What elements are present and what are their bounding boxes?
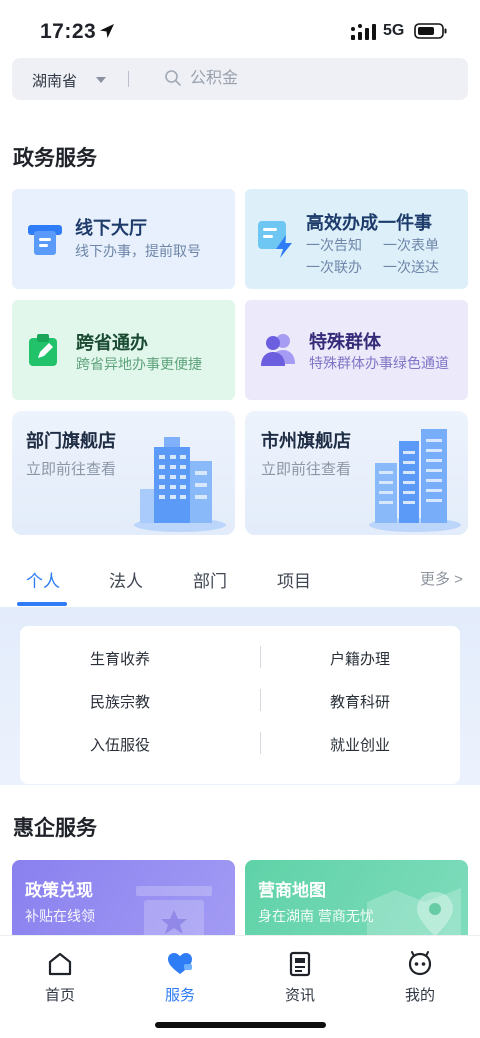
card-city-store[interactable]: 市州旗舰店 立即前往查看: [245, 411, 468, 535]
chevron-down-icon[interactable]: [96, 77, 106, 83]
card-special-groups[interactable]: 特殊群体 特殊群体办事绿色通道: [245, 300, 468, 400]
tab-project[interactable]: 项目: [277, 567, 311, 592]
active-tab-indicator: [17, 602, 67, 606]
divider: [128, 71, 129, 87]
card-subtitle: 特殊群体办事绿色通道: [309, 355, 449, 371]
category-item[interactable]: 教育科研: [270, 691, 450, 712]
category-item[interactable]: 生育收养: [30, 648, 210, 669]
nav-label: 首页: [44, 987, 75, 1004]
search-icon: [165, 70, 181, 86]
tab-legal-person[interactable]: 法人: [109, 567, 143, 592]
nav-label: 服务: [164, 987, 195, 1004]
signal-icon: [351, 24, 376, 40]
network-type: 5G: [383, 22, 405, 39]
region-selector[interactable]: 湖南省: [32, 70, 77, 91]
search-input[interactable]: [190, 66, 450, 92]
category-item[interactable]: 入伍服役: [30, 734, 210, 755]
card-title: 营商地图: [258, 881, 326, 900]
battery-icon: [414, 23, 447, 39]
card-offline-hall[interactable]: 线下大厅 线下办事，提前取号: [12, 189, 235, 289]
divider: [260, 646, 261, 668]
divider: [260, 732, 261, 754]
category-panel: 生育收养 户籍办理 民族宗教 教育科研 入伍服役 就业创业: [20, 626, 460, 784]
tab-department[interactable]: 部门: [193, 567, 227, 592]
more-link[interactable]: 更多 >: [420, 568, 463, 589]
ticket-machine-icon: [28, 225, 62, 255]
card-line: 一次送达: [383, 259, 439, 275]
card-subtitle: 立即前往查看: [261, 461, 352, 478]
card-subtitle: 线下办事，提前取号: [75, 243, 201, 259]
card-line: 一次告知: [306, 237, 362, 253]
search-bar: 湖南省: [12, 58, 468, 100]
nav-news[interactable]: 资讯: [260, 950, 340, 1005]
nav-label: 资讯: [284, 987, 315, 1004]
profile-icon: [408, 951, 432, 976]
nav-services[interactable]: 服务: [140, 950, 220, 1005]
category-item[interactable]: 户籍办理: [270, 648, 450, 669]
card-one-thing[interactable]: 高效办成一件事 一次告知 一次表单 一次联办 一次送达: [245, 189, 468, 289]
status-time: 17:23: [40, 20, 97, 43]
card-subtitle: 立即前往查看: [26, 461, 117, 478]
building-icon: [134, 437, 226, 532]
nav-home[interactable]: 首页: [20, 950, 100, 1005]
tab-personal[interactable]: 个人: [26, 567, 60, 592]
card-title: 线下大厅: [75, 218, 147, 238]
card-title: 部门旗舰店: [26, 431, 116, 451]
gov-services-title: 政务服务: [13, 147, 97, 170]
divider: [260, 689, 261, 711]
people-icon: [261, 334, 295, 366]
category-item[interactable]: 民族宗教: [30, 691, 210, 712]
nav-profile[interactable]: 我的: [380, 950, 460, 1005]
card-cross-province[interactable]: 跨省通办 跨省异地办事更便捷: [12, 300, 235, 400]
location-arrow-icon: [100, 24, 114, 38]
card-subtitle: 身在湖南 营商无忧: [258, 908, 374, 924]
card-title: 市州旗舰店: [261, 431, 351, 451]
lightning-document-icon: [258, 221, 292, 258]
enterprise-services-title: 惠企服务: [13, 817, 97, 840]
card-title: 特殊群体: [309, 332, 381, 352]
card-title: 跨省通办: [76, 333, 148, 353]
card-title: 政策兑现: [25, 881, 93, 900]
card-line: 一次表单: [383, 237, 439, 253]
card-line: 一次联办: [306, 259, 362, 275]
status-bar: 17:23 5G: [0, 0, 480, 56]
category-item[interactable]: 就业创业: [270, 734, 450, 755]
skyscraper-icon: [369, 429, 461, 532]
clipboard-pen-icon: [29, 334, 57, 366]
card-subtitle: 补贴在线领: [25, 908, 95, 924]
home-icon: [48, 952, 72, 976]
card-title: 高效办成一件事: [306, 213, 432, 233]
card-department-store[interactable]: 部门旗舰店 立即前往查看: [12, 411, 235, 535]
news-icon: [289, 951, 311, 977]
heart-service-icon: [168, 953, 192, 974]
card-subtitle: 跨省异地办事更便捷: [76, 356, 202, 372]
home-indicator: [155, 1022, 326, 1028]
nav-label: 我的: [404, 987, 435, 1004]
